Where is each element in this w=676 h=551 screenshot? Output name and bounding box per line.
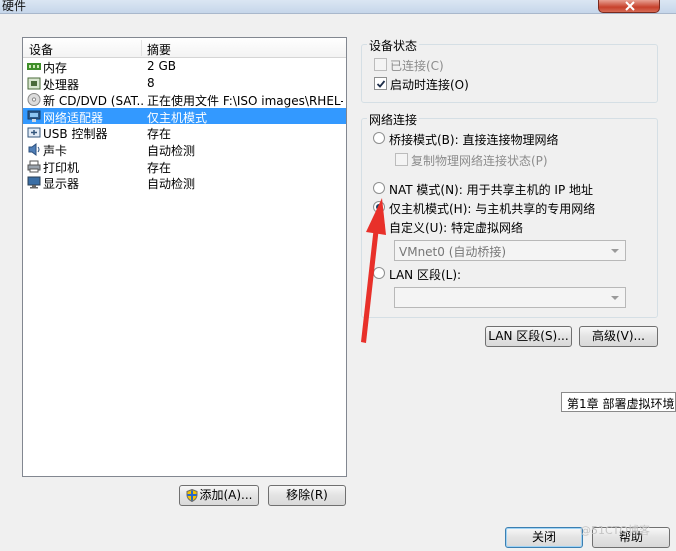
connected-label: 已连接(C) [390,59,444,73]
device-name: 网络适配器 [43,110,104,125]
advanced-label: 高级(V)... [591,329,646,343]
device-summary: 仅主机模式 [147,110,208,125]
close-icon [625,1,635,11]
custom-label: 自定义(U): 特定虚拟网络 [389,221,524,235]
chevron-down-icon [611,296,619,300]
chevron-down-icon [611,249,619,253]
watermark: @51CTO博客 [580,524,651,537]
checkbox-box [395,153,408,166]
close-button[interactable]: 关闭 [505,527,583,548]
nat-label: NAT 模式(N): 用于共享主机的 IP 地址 [389,183,594,197]
sound-card-icon [28,142,40,156]
radio-circle [373,201,385,213]
cpu-icon [27,77,41,90]
radio-circle [373,182,385,194]
device-summary: 正在使用文件 F:\ISO images\RHEL-s... [147,94,343,109]
device-name: 打印机 [43,160,80,175]
remove-device-button[interactable]: 移除(R) [268,485,346,506]
device-name: 新 CD/DVD (SAT... [43,94,143,109]
checkmark-icon [376,80,386,88]
lan-segments-button[interactable]: LAN 区段(S)... [485,326,572,347]
add-button-label: 添加(A)... [199,488,253,502]
device-status-title: 设备状态 [367,37,420,54]
checkbox-box [374,58,387,71]
custom-network-value: VMnet0 (自动桥接) [399,245,507,259]
device-name: 声卡 [43,143,68,158]
lan-segments-label: LAN 区段(S)... [488,329,569,343]
device-list[interactable]: 设备 摘要 内存 2 GB 处理器 8 新 CD/DVD (SAT... 正在使… [22,37,347,477]
network-adapter-icon [27,110,41,122]
shield-icon [186,489,198,502]
memory-icon [27,63,41,70]
device-summary: 2 GB [147,59,176,73]
radio-circle [373,220,385,232]
device-row-cd-dvd[interactable]: 新 CD/DVD (SAT... 正在使用文件 F:\ISO images\RH… [23,91,346,108]
device-row-cpu[interactable]: 处理器 8 [23,75,346,92]
checkbox-box [374,77,387,90]
device-row-usb[interactable]: USB 控制器 存在 [23,124,346,141]
device-summary: 存在 [147,160,172,175]
close-window-button[interactable] [598,0,660,13]
device-status-group: 设备状态 已连接(C) 启动时连接(O) [361,37,658,103]
radio-circle [373,132,385,144]
device-name: 显示器 [43,177,80,192]
network-connection-title: 网络连接 [367,111,420,128]
device-row-sound-card[interactable]: 声卡 自动检测 [23,141,346,158]
device-name: 处理器 [43,77,80,92]
lan-segment-select[interactable] [394,287,626,308]
monitor-icon [27,176,41,189]
device-row-memory[interactable]: 内存 2 GB [23,58,346,75]
custom-network-select[interactable]: VMnet0 (自动桥接) [394,240,626,261]
device-summary: 8 [147,75,155,90]
summary-column-header[interactable]: 摘要 [147,41,171,58]
device-list-header: 设备 摘要 [23,38,346,58]
bridged-label: 桥接模式(B): 直接连接物理网络 [389,133,559,147]
title-bar: 硬件 [0,0,676,14]
remove-button-label: 移除(R) [286,488,328,502]
device-name: USB 控制器 [43,127,108,142]
device-name: 内存 [43,61,68,75]
network-connection-group: 网络连接 桥接模式(B): 直接连接物理网络 复制物理网络连接状态(P) NAT… [361,111,658,318]
connect-at-power-on-label: 启动时连接(O) [390,78,469,92]
device-summary: 存在 [147,127,172,142]
device-summary: 自动检测 [147,143,196,158]
device-summary: 自动检测 [147,177,196,192]
lan-segment-label: LAN 区段(L): [389,268,462,282]
usb-icon [27,127,41,138]
close-label: 关闭 [531,530,556,544]
radio-circle [373,267,385,279]
window-title: 硬件 [2,0,27,13]
replicate-state-label: 复制物理网络连接状态(P) [411,154,548,168]
host-only-label: 仅主机模式(H): 与主机共享的专用网络 [389,202,596,216]
advanced-button[interactable]: 高级(V)... [579,326,658,347]
device-column-header[interactable]: 设备 [29,41,53,58]
printer-icon [27,160,41,173]
device-row-printer[interactable]: 打印机 存在 [23,158,346,175]
add-device-button[interactable]: 添加(A)... [179,485,259,506]
cd-dvd-icon [27,93,41,107]
device-row-network-adapter[interactable]: 网络适配器 仅主机模式 [23,107,346,125]
device-row-monitor[interactable]: 显示器 自动检测 [23,174,346,191]
chapter-tooltip: 第1章 部署虚拟环境 [561,392,676,412]
